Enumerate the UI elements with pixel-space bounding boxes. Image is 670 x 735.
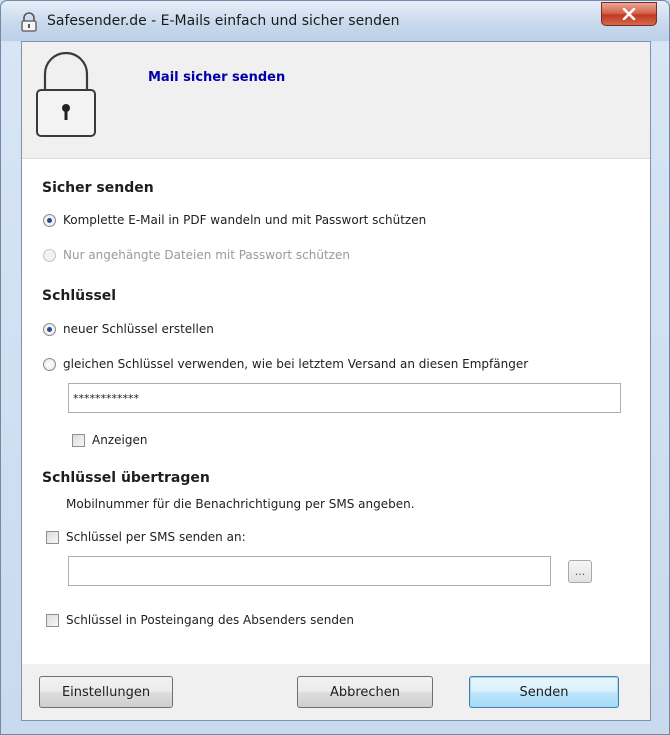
radio-label: gleichen Schlüssel verwenden, wie bei le… — [63, 357, 529, 371]
radio-full-email-pdf[interactable]: Komplette E-Mail in PDF wandeln und mit … — [43, 211, 426, 229]
checkbox[interactable] — [72, 433, 85, 447]
send-button[interactable]: Senden — [469, 676, 619, 708]
password-field[interactable]: ************ — [68, 383, 621, 413]
checkbox-inbox[interactable]: Schlüssel in Posteingang des Absenders s… — [46, 611, 354, 629]
radio-label: Nur angehängte Dateien mit Passwort schü… — [63, 248, 350, 262]
dialog-footer: Einstellungen Abbrechen Senden — [22, 664, 650, 720]
section-title-secure-send: Sicher senden — [42, 180, 154, 196]
radio-attachments-only[interactable]: Nur angehängte Dateien mit Passwort schü… — [43, 246, 350, 264]
header-title: Mail sicher senden — [148, 70, 286, 85]
radio-button[interactable] — [43, 248, 56, 262]
dialog-window: Safesender.de - E-Mails einfach und sich… — [0, 0, 670, 735]
padlock-icon — [36, 52, 96, 137]
checkbox-show-key[interactable]: Anzeigen — [72, 431, 147, 449]
section-title-key: Schlüssel — [42, 288, 117, 304]
close-button[interactable] — [601, 2, 657, 26]
radio-button[interactable] — [43, 357, 56, 371]
settings-button[interactable]: Einstellungen — [39, 676, 173, 708]
dialog-client-area: Mail sicher senden Sicher senden Komplet… — [21, 41, 651, 721]
padlock-icon — [21, 12, 37, 32]
phone-number-input[interactable] — [68, 556, 551, 586]
checkbox[interactable] — [46, 613, 59, 627]
close-icon — [622, 8, 636, 20]
window-title: Safesender.de - E-Mails einfach und sich… — [47, 13, 400, 29]
radio-label: neuer Schlüssel erstellen — [63, 322, 214, 336]
radio-button[interactable] — [43, 213, 56, 227]
dialog-header: Mail sicher senden — [22, 42, 650, 159]
section-title-key-transfer: Schlüssel übertragen — [42, 470, 210, 486]
checkbox-label: Anzeigen — [92, 433, 148, 447]
checkbox-label: Schlüssel in Posteingang des Absenders s… — [66, 613, 354, 627]
cancel-button[interactable]: Abbrechen — [297, 676, 433, 708]
radio-button[interactable] — [43, 322, 56, 336]
checkbox-label: Schlüssel per SMS senden an: — [66, 530, 246, 544]
checkbox-sms[interactable]: Schlüssel per SMS senden an: — [46, 528, 246, 546]
browse-button[interactable]: ... — [568, 560, 592, 583]
sms-hint-text: Mobilnummer für die Benachrichtigung per… — [66, 497, 415, 511]
title-bar[interactable]: Safesender.de - E-Mails einfach und sich… — [1, 1, 669, 41]
radio-label: Komplette E-Mail in PDF wandeln und mit … — [63, 213, 427, 227]
radio-new-key[interactable]: neuer Schlüssel erstellen — [43, 320, 214, 338]
checkbox[interactable] — [46, 530, 59, 544]
radio-same-key[interactable]: gleichen Schlüssel verwenden, wie bei le… — [43, 355, 528, 373]
